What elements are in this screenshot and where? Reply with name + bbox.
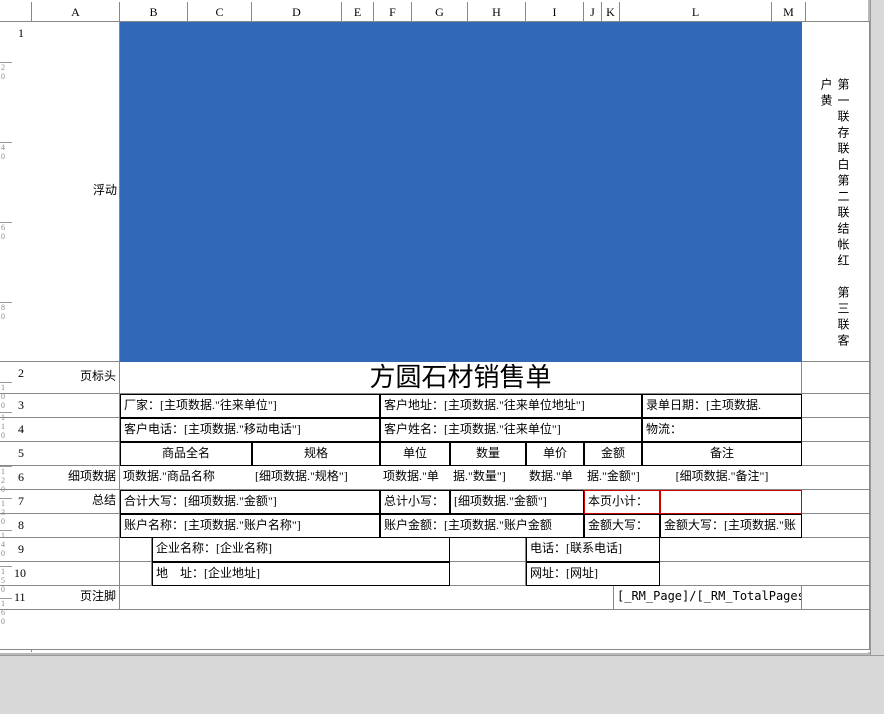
detail-unit[interactable]: 项数据."单: [380, 466, 450, 490]
title-cell[interactable]: 方圆石材销售单: [120, 362, 802, 394]
col-header-M[interactable]: M: [772, 2, 806, 21]
cell-m-r8[interactable]: [802, 514, 870, 538]
col-header-B[interactable]: B: [120, 2, 188, 21]
row-header-2[interactable]: 2: [0, 362, 32, 394]
detail-product-name[interactable]: 项数据."商品名称: [120, 466, 252, 490]
outside-area-right: [870, 0, 884, 655]
cell-customer-name[interactable]: 客户姓名：[主项数据."往来单位"]: [380, 418, 642, 442]
cell-phone[interactable]: 电话：[联系电话]: [526, 538, 660, 562]
row-header-9[interactable]: 9: [0, 538, 32, 562]
cell-total-cn[interactable]: 合计大写：[细项数据."金额"]: [120, 490, 380, 514]
outside-area: [0, 655, 884, 714]
desc-cell-r8[interactable]: [32, 514, 120, 538]
hdr-amount[interactable]: 金额: [584, 442, 642, 466]
cell-total-num-val[interactable]: [细项数据."金额"]: [450, 490, 584, 514]
cell-website[interactable]: 网址：[网址]: [526, 562, 660, 586]
row-header-8[interactable]: 8: [0, 514, 32, 538]
col-header-C[interactable]: C: [188, 2, 252, 21]
row-ruler: 1 2 3 4 5 6 7 8 9 10 11: [0, 22, 32, 652]
row-header-10[interactable]: 10: [0, 562, 32, 586]
hdr-qty[interactable]: 数量: [450, 442, 526, 466]
cell-r10-pad[interactable]: [120, 562, 152, 586]
cell-m-r4[interactable]: [802, 418, 870, 442]
hdr-remark[interactable]: 备注: [642, 442, 802, 466]
row-header-11[interactable]: 11: [0, 586, 32, 610]
cell-m-r6[interactable]: [802, 466, 870, 490]
cell-m-r1[interactable]: [802, 22, 870, 362]
cell-pager[interactable]: [_RM_Page]/[_RM_TotalPages]: [614, 586, 802, 610]
ruler-corner: [0, 2, 32, 21]
hdr-price[interactable]: 单价: [526, 442, 584, 466]
design-sheet[interactable]: 浮动 页标头 细项数据 总结 页注脚 第一联存联白第二联结帐红 第三联客户黄 方…: [32, 22, 870, 652]
desc-cell-r11[interactable]: 页注脚: [32, 586, 120, 610]
col-header-H[interactable]: H: [468, 2, 526, 21]
cell-m-r2[interactable]: [802, 362, 870, 394]
desc-cell-r6[interactable]: 细项数据: [32, 466, 120, 490]
detail-spec[interactable]: [细项数据."规格"]: [252, 466, 380, 490]
detail-price[interactable]: 数据."单: [526, 466, 584, 490]
desc-cell-r1[interactable]: 浮动: [32, 22, 120, 362]
col-header-I[interactable]: I: [526, 2, 584, 21]
cell-manufacturer[interactable]: 厂家：[主项数据."往来单位"]: [120, 394, 380, 418]
detail-amount[interactable]: 据."金额"]: [584, 466, 642, 490]
floating-image[interactable]: [120, 22, 802, 362]
cell-m-r3[interactable]: [802, 394, 870, 418]
row-header-7[interactable]: 7: [0, 490, 32, 514]
col-header-J[interactable]: J: [584, 2, 602, 21]
row-header-1[interactable]: 1: [0, 22, 32, 362]
cell-r11-left[interactable]: [120, 586, 614, 610]
row-header-blank: [0, 610, 32, 650]
cell-total-num-label[interactable]: 总计小写：: [380, 490, 450, 514]
cell-amount-cn-label[interactable]: 金额大写：: [584, 514, 660, 538]
col-header-E[interactable]: E: [342, 2, 374, 21]
col-header-L[interactable]: L: [620, 2, 772, 21]
cell-page-subtotal-label[interactable]: 本页小计：: [584, 490, 660, 514]
desc-cell-r3[interactable]: [32, 394, 120, 418]
row-header-6[interactable]: 6: [0, 466, 32, 490]
col-header-A[interactable]: A: [32, 2, 120, 21]
column-ruler: A B C D E F G H I J K L M: [0, 2, 870, 22]
hdr-spec[interactable]: 规格: [252, 442, 380, 466]
hdr-unit[interactable]: 单位: [380, 442, 450, 466]
cell-company-name[interactable]: 企业名称：[企业名称]: [152, 538, 450, 562]
cell-entry-date[interactable]: 录单日期：[主项数据.: [642, 394, 802, 418]
cell-r10-pad2[interactable]: [450, 562, 526, 586]
row-header-5[interactable]: 5: [0, 442, 32, 466]
col-header-K[interactable]: K: [602, 2, 620, 21]
report-designer[interactable]: A B C D E F G H I J K L M 1 2 3 4 5 6 7 …: [0, 0, 870, 655]
report-title: 方圆石材销售单: [123, 364, 798, 392]
cell-amount-cn-val[interactable]: 金额大写：[主项数据."账: [660, 514, 802, 538]
blank-row[interactable]: [32, 610, 870, 650]
desc-cell-r9[interactable]: [32, 538, 120, 562]
section-label-floating: 浮动: [35, 182, 117, 199]
desc-cell-r4[interactable]: [32, 418, 120, 442]
detail-remark[interactable]: [细项数据."备注"]: [642, 466, 802, 490]
cell-account-name[interactable]: 账户名称：[主项数据."账户名称"]: [120, 514, 380, 538]
cell-m-r11[interactable]: [802, 586, 870, 610]
cell-r9-pad2[interactable]: [450, 538, 526, 562]
row-header-4[interactable]: 4: [0, 418, 32, 442]
cell-customer-phone[interactable]: 客户电话：[主项数据."移动电话"]: [120, 418, 380, 442]
col-header-G[interactable]: G: [412, 2, 468, 21]
cell-m-r5[interactable]: [802, 442, 870, 466]
desc-cell-r7[interactable]: 总结: [32, 490, 120, 514]
detail-qty[interactable]: 据."数量"]: [450, 466, 526, 490]
cell-logistics[interactable]: 物流：: [642, 418, 802, 442]
cell-account-amount[interactable]: 账户金额：[主项数据."账户金额: [380, 514, 584, 538]
cell-address[interactable]: 地 址：[企业地址]: [152, 562, 450, 586]
cell-m-r10[interactable]: [660, 562, 870, 586]
col-header-D[interactable]: D: [252, 2, 342, 21]
desc-cell-r2[interactable]: 页标头: [32, 362, 120, 394]
row-header-3[interactable]: 3: [0, 394, 32, 418]
cell-page-subtotal-val[interactable]: [660, 490, 802, 514]
cell-r9-pad[interactable]: [120, 538, 152, 562]
cell-customer-addr[interactable]: 客户地址：[主项数据."往来单位地址"]: [380, 394, 642, 418]
cell-m-r7[interactable]: [802, 490, 870, 514]
desc-cell-r5[interactable]: [32, 442, 120, 466]
desc-cell-r10[interactable]: [32, 562, 120, 586]
hdr-product-name[interactable]: 商品全名: [120, 442, 252, 466]
cell-m-r9[interactable]: [660, 538, 870, 562]
col-header-F[interactable]: F: [374, 2, 412, 21]
